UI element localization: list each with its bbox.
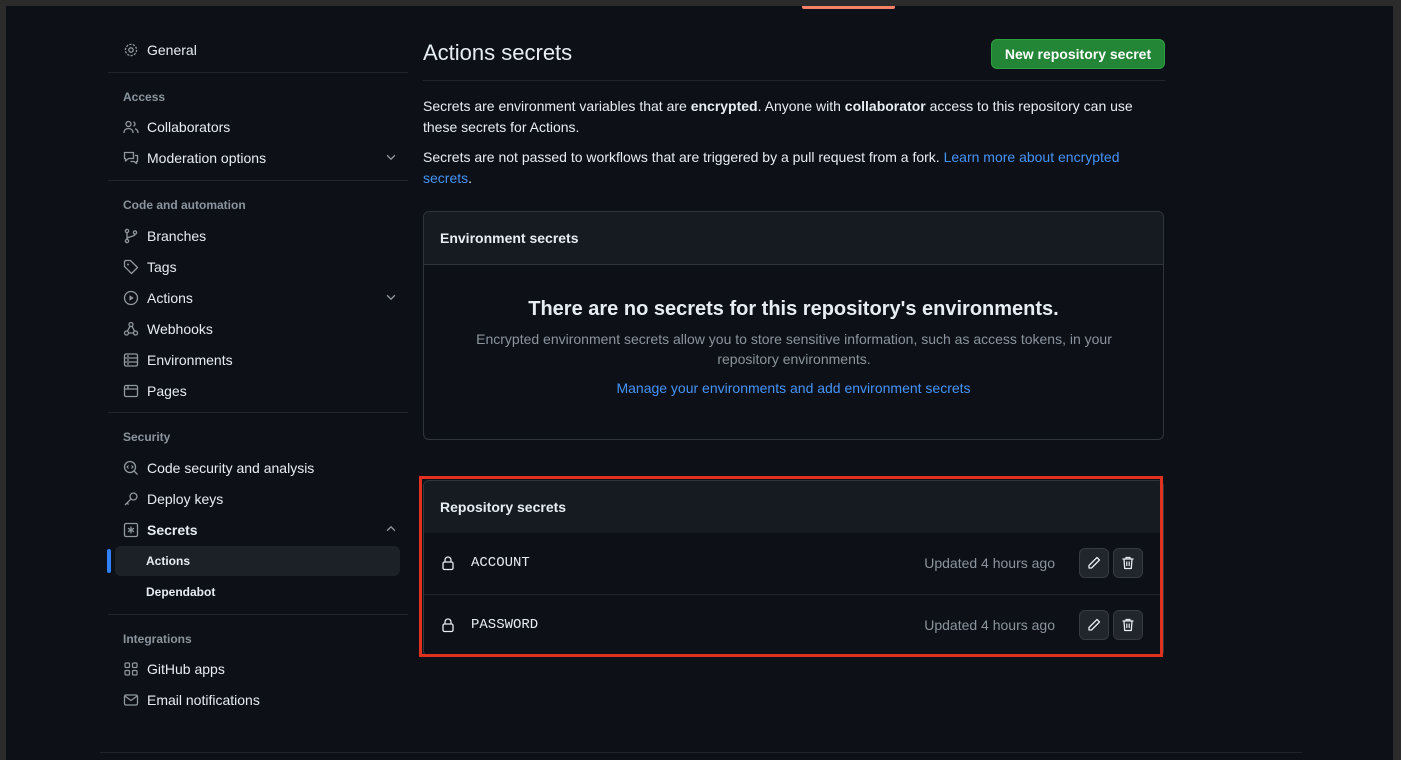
sidebar-item-label: Webhooks — [147, 320, 213, 337]
sidebar-item-general[interactable]: General — [108, 34, 408, 65]
sidebar-item-code-security[interactable]: Code security and analysis — [108, 452, 408, 483]
git-branch-icon — [124, 228, 138, 243]
sidebar-item-label: Deploy keys — [147, 490, 224, 507]
sidebar-item-actions[interactable]: Actions — [108, 282, 408, 313]
sidebar-subitem-actions[interactable]: Actions — [115, 546, 400, 576]
sidebar-item-label: Actions — [146, 554, 191, 568]
sidebar-item-webhooks[interactable]: Webhooks — [108, 313, 408, 344]
sidebar-item-tags[interactable]: Tags — [108, 251, 408, 282]
sidebar-divider — [108, 412, 408, 413]
browser-icon — [123, 384, 139, 397]
settings-page: General Access Collaborators Moderation … — [6, 6, 1393, 760]
sidebar-divider — [108, 180, 408, 181]
key-icon — [124, 491, 138, 505]
sidebar-item-secrets[interactable]: Secrets — [108, 514, 408, 545]
sidebar-item-label: Actions — [147, 289, 193, 306]
chevron-down-icon — [386, 294, 396, 301]
people-icon — [123, 120, 139, 133]
section-heading-access: Access — [123, 90, 166, 104]
trash-icon — [1122, 556, 1134, 570]
sidebar-item-deploy-keys[interactable]: Deploy keys — [108, 483, 408, 514]
intro-paragraph-2: Secrets are not passed to workflows that… — [423, 147, 1153, 189]
intro-emphasis: encrypted — [690, 98, 758, 114]
sidebar-item-moderation[interactable]: Moderation options — [108, 142, 408, 173]
apps-icon — [124, 661, 138, 676]
sidebar-item-label: General — [147, 41, 197, 58]
sidebar-item-github-apps[interactable]: GitHub apps — [108, 653, 408, 684]
sidebar-item-label: Code security and analysis — [147, 459, 315, 476]
asterisk-box-icon — [123, 522, 139, 537]
intro-paragraph-1: Secrets are environment variables that a… — [423, 96, 1153, 138]
sidebar-item-label: Email notifications — [147, 691, 260, 708]
box-header-label: Environment secrets — [440, 230, 579, 246]
sidebar-divider — [108, 614, 408, 615]
secret-row: PASSWORD Updated 4 hours ago — [424, 595, 1163, 656]
codescan-icon — [123, 460, 138, 475]
active-item-indicator — [107, 549, 111, 573]
section-heading-integrations: Integrations — [123, 632, 192, 646]
chevron-down-icon — [386, 154, 396, 161]
footer-divider — [100, 752, 1302, 753]
sidebar-item-environments[interactable]: Environments — [108, 344, 408, 375]
intro-text: Secrets are not passed to workflows that… — [423, 149, 944, 165]
sidebar-item-label: Secrets — [147, 521, 198, 538]
sidebar-divider — [108, 72, 408, 73]
section-heading-code-automation: Code and automation — [123, 198, 246, 212]
mail-icon — [123, 693, 139, 706]
secret-name: ACCOUNT — [471, 555, 530, 571]
delete-secret-button[interactable] — [1113, 610, 1143, 640]
empty-state-title: There are no secrets for this repository… — [528, 298, 1059, 320]
title-divider — [423, 80, 1165, 81]
empty-state-text: Encrypted environment secrets allow you … — [476, 331, 1112, 367]
box-header-label: Repository secrets — [440, 499, 567, 515]
top-tab-indicator — [802, 6, 895, 9]
environment-secrets-header: Environment secrets — [424, 212, 1163, 265]
secret-updated-time: Updated 4 hours ago — [924, 617, 1055, 633]
gear-icon — [124, 43, 138, 56]
sidebar-item-branches[interactable]: Branches — [108, 220, 408, 251]
chevron-up-icon — [386, 525, 396, 532]
sidebar-item-label: Branches — [147, 227, 207, 244]
page-title: Actions secrets — [423, 40, 573, 65]
sidebar-item-label: GitHub apps — [147, 660, 225, 677]
sidebar-item-label: Environments — [147, 351, 233, 368]
webhook-icon — [123, 321, 139, 336]
sidebar-item-label: Collaborators — [147, 118, 231, 135]
repository-secrets-header: Repository secrets — [424, 481, 1163, 533]
sidebar-item-collaborators[interactable]: Collaborators — [108, 111, 408, 142]
sidebar-item-label: Pages — [147, 382, 187, 399]
sidebar-item-label: Dependabot — [146, 585, 216, 599]
intro-emphasis: collaborator — [844, 98, 926, 114]
pencil-icon — [1088, 618, 1101, 631]
play-icon — [123, 290, 139, 305]
edit-secret-button[interactable] — [1079, 548, 1109, 578]
sidebar-item-label: Tags — [147, 258, 177, 275]
intro-text: . Anyone with — [757, 98, 845, 114]
edit-secret-button[interactable] — [1079, 610, 1109, 640]
secret-name: PASSWORD — [471, 617, 539, 633]
new-repository-secret-button[interactable]: New repository secret — [991, 39, 1165, 69]
sidebar-item-label: Moderation options — [147, 149, 267, 166]
sidebar-item-email-notifications[interactable]: Email notifications — [108, 684, 408, 715]
intro-text: . — [468, 170, 473, 186]
lock-icon — [442, 618, 454, 633]
tag-icon — [123, 259, 139, 274]
trash-icon — [1122, 618, 1134, 632]
secret-row: ACCOUNT Updated 4 hours ago — [424, 533, 1163, 594]
lock-icon — [442, 556, 454, 571]
secret-updated-time: Updated 4 hours ago — [924, 555, 1055, 571]
manage-environments-link-text[interactable]: Manage your environments and add environ… — [616, 380, 970, 396]
pencil-icon — [1088, 556, 1101, 569]
sidebar-item-pages[interactable]: Pages — [108, 375, 408, 406]
delete-secret-button[interactable] — [1113, 548, 1143, 578]
comment-discussion-icon — [123, 151, 139, 164]
section-heading-security: Security — [123, 430, 171, 444]
sidebar-subitem-dependabot[interactable]: Dependabot — [115, 577, 400, 607]
manage-environments-link: Manage your environments and add environ… — [424, 380, 1163, 396]
server-icon — [123, 352, 139, 367]
repository-secrets-box: Repository secrets ACCOUNT Updated 4 hou… — [423, 480, 1164, 657]
environment-secrets-box: Environment secrets There are no secrets… — [423, 211, 1164, 440]
intro-text: Secrets are environment variables that a… — [423, 98, 691, 114]
